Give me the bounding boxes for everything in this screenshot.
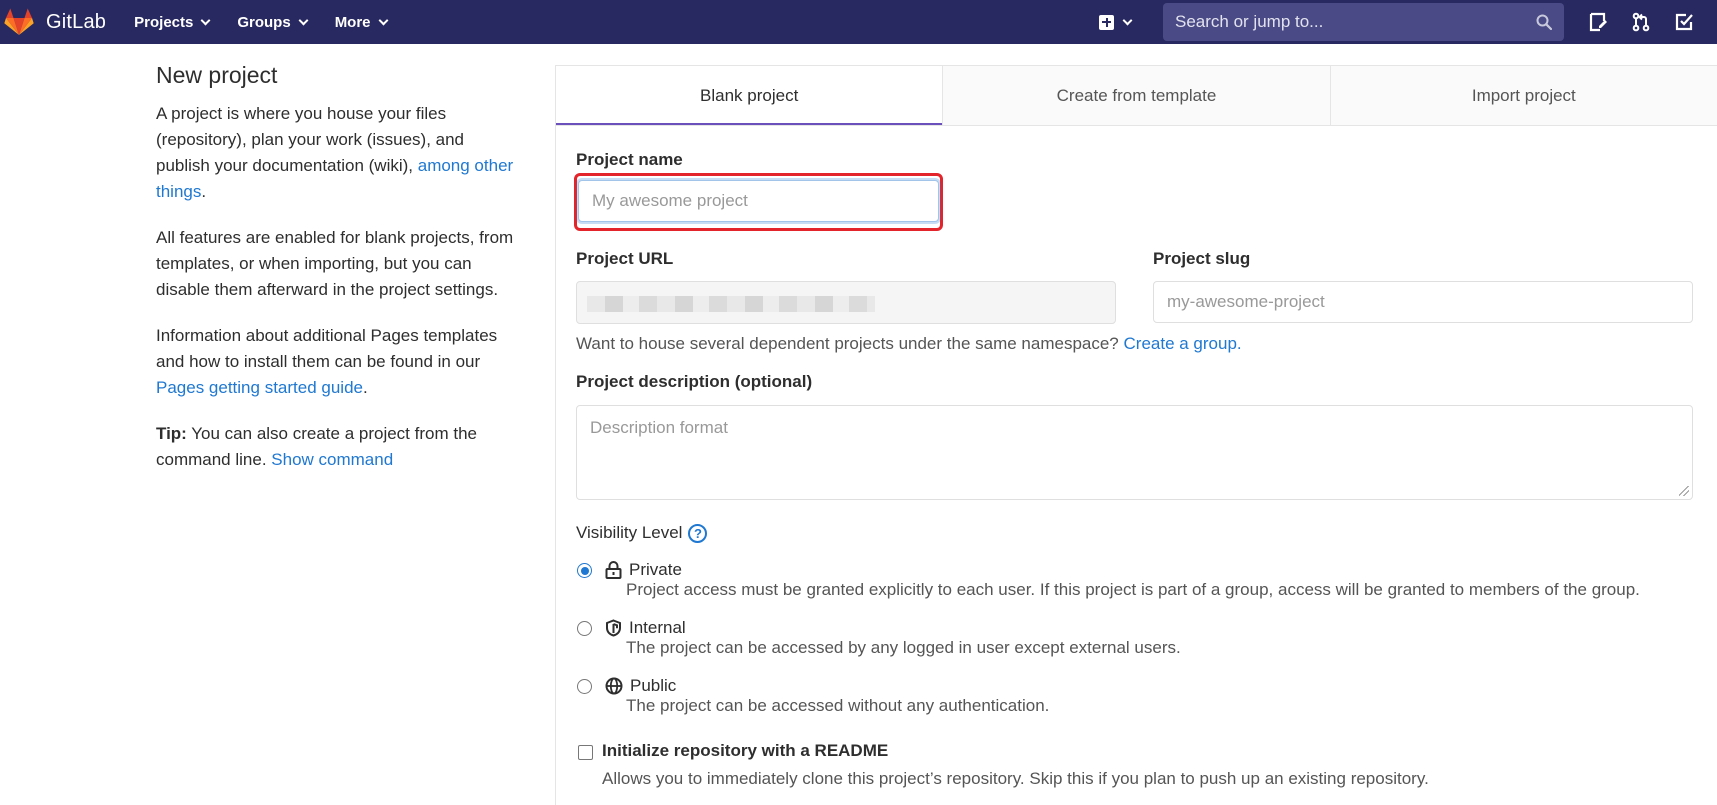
new-item-dropdown[interactable]: [1099, 14, 1133, 30]
visibility-level-label: Visibility Level ?: [576, 523, 708, 543]
page-title: New project: [156, 62, 278, 88]
nav-groups-dropdown[interactable]: Groups: [237, 13, 309, 31]
merge-request-icon[interactable]: [1631, 12, 1651, 32]
chevron-down-icon: [378, 15, 388, 25]
nav-more-label: More: [334, 13, 371, 31]
nav-projects-dropdown[interactable]: Projects: [134, 13, 211, 31]
redacted-url: [587, 296, 875, 312]
search-placeholder: Search or jump to...: [1175, 12, 1324, 31]
project-name-placeholder: My awesome project: [592, 191, 748, 210]
project-description-label: Project description (optional): [576, 372, 813, 391]
chevron-down-icon: [1122, 15, 1133, 25]
intro-column: New project A project is where you house…: [156, 62, 516, 493]
project-slug-label: Project slug: [1153, 249, 1251, 268]
private-label: Private: [629, 560, 682, 579]
description-placeholder: Description format: [590, 418, 728, 437]
visibility-label-text: Visibility Level: [576, 523, 683, 542]
tab-create-from-template[interactable]: Create from template: [942, 66, 1330, 125]
search-icon: [1536, 14, 1552, 30]
intro-paragraph: A project is where you house your files …: [156, 101, 516, 205]
project-description-textarea[interactable]: Description format: [576, 405, 1693, 500]
tip-bold: Tip:: [156, 424, 187, 443]
internal-label: Internal: [629, 618, 686, 637]
create-group-link[interactable]: Create a group.: [1124, 334, 1242, 353]
intro-end: .: [201, 182, 207, 201]
top-navbar: GitLab Projects Groups More Search or ju…: [0, 0, 1717, 44]
project-url-namespace-select[interactable]: [576, 281, 1116, 324]
todo-icon[interactable]: [1674, 12, 1694, 32]
visibility-private-radio[interactable]: [577, 563, 592, 578]
project-name-label: Project name: [576, 150, 683, 169]
chevron-down-icon: [298, 15, 309, 25]
globe-icon: [605, 677, 623, 695]
readme-description: Allows you to immediately clone this pro…: [602, 769, 1429, 788]
gitlab-logo[interactable]: GitLab: [4, 8, 106, 36]
help-question-icon[interactable]: ?: [688, 523, 708, 543]
lock-icon: [605, 561, 622, 579]
visibility-public-radio[interactable]: [577, 679, 592, 694]
project-slug-input[interactable]: my-awesome-project: [1153, 281, 1693, 323]
namespace-help: Want to house several dependent projects…: [576, 334, 1124, 353]
nav-groups-label: Groups: [237, 13, 291, 31]
visibility-internal-title[interactable]: Internal: [605, 618, 686, 638]
show-command-link[interactable]: Show command: [271, 450, 393, 469]
nav-more-dropdown[interactable]: More: [334, 13, 388, 31]
visibility-private-title[interactable]: Private: [605, 560, 682, 580]
namespace-help-text: Want to house several dependent projects…: [576, 334, 1242, 354]
pages-end: .: [362, 378, 368, 397]
gitlab-tanuki-icon: [4, 8, 34, 35]
nav-projects-label: Projects: [134, 13, 194, 31]
chevron-down-icon: [200, 15, 211, 25]
visibility-internal-radio[interactable]: [577, 621, 592, 636]
internal-description: The project can be accessed by any logge…: [626, 638, 1181, 657]
public-description: The project can be accessed without any …: [626, 696, 1050, 715]
initialize-readme-label[interactable]: Initialize repository with a README: [602, 741, 888, 761]
shield-icon: [606, 619, 621, 637]
search-input[interactable]: Search or jump to...: [1163, 3, 1564, 41]
private-description: Project access must be granted explicitl…: [626, 580, 1640, 599]
public-label: Public: [630, 676, 677, 695]
visibility-public-title[interactable]: Public: [605, 676, 676, 696]
project-slug-placeholder: my-awesome-project: [1167, 292, 1325, 311]
plus-square-icon: [1099, 14, 1114, 30]
issues-icon[interactable]: [1588, 12, 1608, 32]
new-project-panel: Blank project Create from template Impor…: [555, 65, 1717, 805]
project-url-label: Project URL: [576, 249, 674, 268]
tab-import-project[interactable]: Import project: [1329, 66, 1717, 125]
features-paragraph: All features are enabled for blank proje…: [156, 228, 514, 299]
tab-blank-project[interactable]: Blank project: [556, 66, 943, 125]
tip-paragraph: Tip: You can also create a project from …: [156, 421, 516, 473]
project-type-tabs: Blank project Create from template Impor…: [556, 66, 1717, 126]
pages-guide-link[interactable]: Pages getting started guide: [156, 378, 363, 397]
brand-name: GitLab: [46, 10, 107, 33]
pages-text: Information about additional Pages templ…: [156, 326, 498, 371]
project-name-input[interactable]: My awesome project: [578, 180, 939, 222]
pages-paragraph: Information about additional Pages templ…: [156, 323, 516, 401]
initialize-readme-checkbox[interactable]: [578, 745, 593, 760]
resize-handle-icon[interactable]: [1679, 486, 1689, 496]
